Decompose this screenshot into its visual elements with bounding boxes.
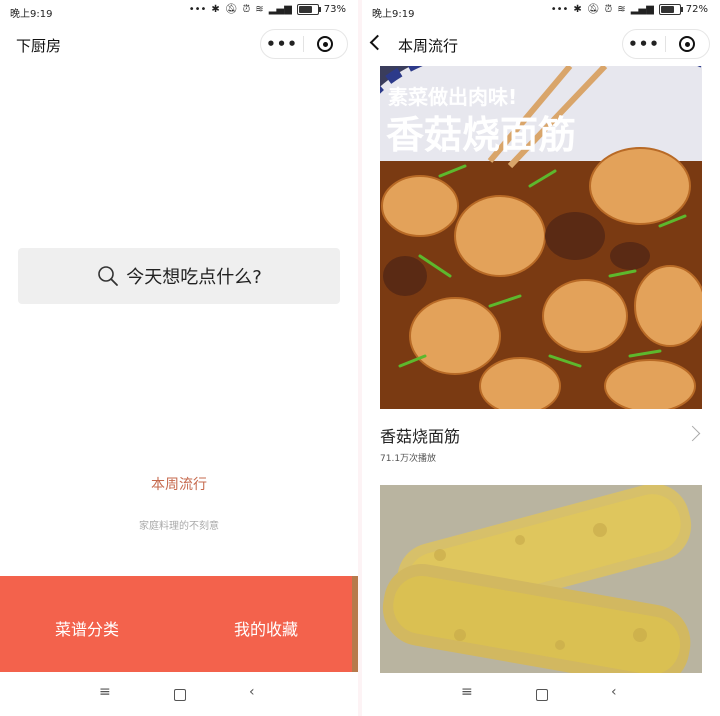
mute-bell-icon: 🔕︎ — [586, 4, 600, 15]
back-icon[interactable]: ‹ — [611, 684, 617, 700]
home-icon[interactable] — [174, 689, 186, 701]
signal-dots-icon: ••• — [550, 4, 569, 15]
weekly-popular-link[interactable]: 本周流行 — [0, 474, 358, 494]
menu-icon[interactable]: ≡ — [461, 684, 473, 700]
mini-program-capsule: ••• — [260, 29, 348, 59]
back-arrow-icon[interactable] — [369, 34, 386, 51]
recipe-category-button[interactable]: 菜谱分类 — [55, 616, 119, 640]
menu-icon[interactable]: ≡ — [99, 684, 111, 700]
bluetooth-icon: ✱ — [211, 4, 220, 15]
recipe-photo — [380, 485, 702, 673]
battery-icon — [658, 4, 683, 15]
more-dots-icon[interactable]: ••• — [623, 30, 665, 58]
cell-signal-icon: ▂▄▆ — [268, 4, 292, 15]
search-placeholder: 今天想吃点什么? — [126, 267, 262, 288]
system-nav-bar: ≡ ‹ — [362, 676, 720, 716]
chevron-right-icon[interactable] — [684, 425, 701, 442]
recipe-title[interactable]: 香菇烧面筋 — [380, 423, 460, 447]
overlay-caption: 素菜做出肉味! — [388, 85, 517, 109]
page-title: 本周流行 — [398, 37, 459, 55]
cell-signal-icon: ▂▄▆ — [630, 4, 654, 15]
status-bar: 晚上9:19 ••• ✱ 🔕︎ ⏰︎ ≋ ▂▄▆ 72% — [362, 0, 720, 22]
target-icon[interactable] — [666, 36, 708, 52]
page-title: 下厨房 — [16, 37, 62, 55]
mute-bell-icon: 🔕︎ — [224, 4, 238, 15]
status-time: 晚上9:19 — [10, 9, 53, 20]
battery-percent: 73% — [323, 4, 346, 15]
system-nav-bar: ≡ ‹ — [0, 676, 358, 716]
search-bar[interactable]: 今天想吃点什么? — [18, 248, 340, 304]
my-favorites-button[interactable]: 我的收藏 — [234, 616, 298, 640]
weekly-popular-screen: 晚上9:19 ••• ✱ 🔕︎ ⏰︎ ≋ ▂▄▆ 72% 本周流行 ••• 素菜… — [362, 0, 720, 716]
wifi-icon: ≋ — [255, 4, 264, 15]
status-time: 晚上9:19 — [372, 9, 415, 20]
more-dots-icon[interactable]: ••• — [261, 30, 303, 58]
nav-bar: 本周流行 ••• — [362, 24, 720, 64]
alarm-icon: ⏰︎ — [604, 4, 613, 15]
status-bar: 晚上9:19 ••• ✱ 🔕︎ ⏰︎ ≋ ▂▄▆ 73% — [0, 0, 358, 22]
recipe-image[interactable] — [380, 485, 702, 673]
home-icon[interactable] — [536, 689, 548, 701]
battery-icon — [296, 4, 321, 15]
recipe-play-count: 71.1万次播放 — [380, 454, 437, 464]
bluetooth-icon: ✱ — [573, 4, 582, 15]
wifi-icon: ≋ — [617, 4, 626, 15]
mini-program-capsule: ••• — [622, 29, 710, 59]
bottom-action-panel — [0, 576, 352, 672]
nav-bar: 下厨房 ••• — [0, 24, 358, 64]
recipe-image[interactable]: 素菜做出肉味! 香菇烧面筋 — [380, 66, 702, 409]
alarm-icon: ⏰︎ — [242, 4, 251, 15]
back-icon[interactable]: ‹ — [249, 684, 255, 700]
target-icon[interactable] — [304, 36, 346, 52]
home-screen: 晚上9:19 ••• ✱ 🔕︎ ⏰︎ ≋ ▂▄▆ 73% 下厨房 ••• 今天想… — [0, 0, 358, 716]
signal-dots-icon: ••• — [188, 4, 207, 15]
battery-percent: 72% — [685, 4, 708, 15]
overlay-title: 香菇烧面筋 — [386, 113, 576, 157]
tagline: 家庭料理的不刻意 — [139, 521, 219, 532]
search-icon — [98, 266, 119, 286]
recipe-photo: 素菜做出肉味! 香菇烧面筋 — [380, 66, 702, 409]
